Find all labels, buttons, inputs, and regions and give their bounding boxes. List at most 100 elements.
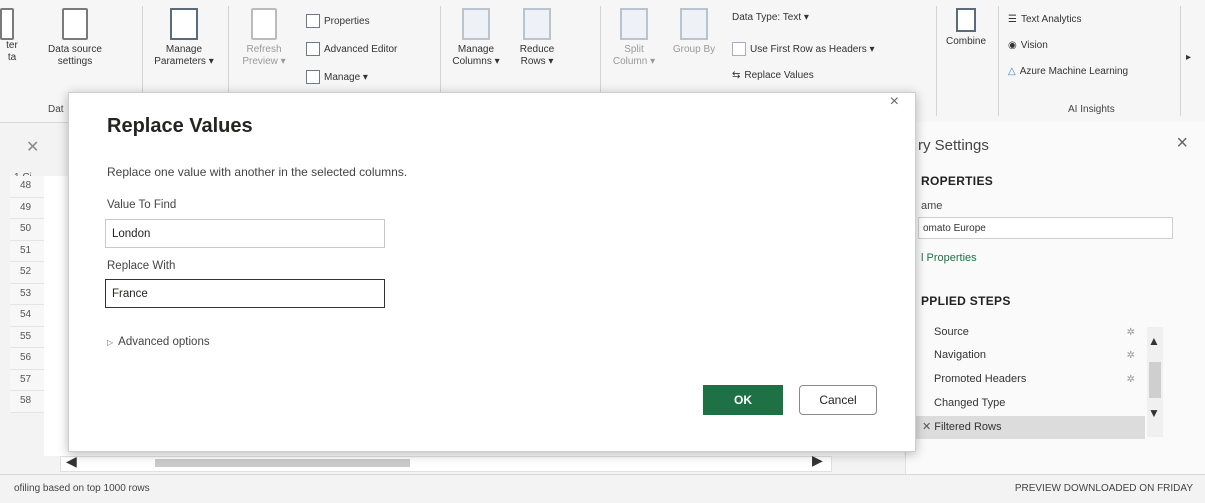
split-column-label: Split Column ▾: [612, 44, 656, 67]
properties-heading: ROPERTIES: [921, 174, 994, 188]
row-number: 52: [10, 262, 44, 284]
parameters-icon: [170, 8, 198, 40]
replace-with-label: Replace With: [107, 260, 176, 272]
replace-values-dialog: × Replace Values Replace one value with …: [68, 92, 916, 452]
use-first-row-button[interactable]: Use First Row as Headers ▾: [732, 42, 875, 56]
row-number: 54: [10, 305, 44, 327]
scroll-right-icon[interactable]: ▶: [812, 452, 823, 469]
applied-step[interactable]: Changed Type: [930, 392, 1145, 415]
row-number: 56: [10, 348, 44, 370]
manage-button[interactable]: Manage ▾: [306, 70, 368, 84]
replace-values-ribbon-label: Replace Values: [744, 70, 814, 81]
cancel-button[interactable]: Cancel: [799, 385, 877, 415]
properties-icon: [306, 14, 320, 28]
azure-ml-icon: △: [1008, 66, 1016, 77]
enter-data-label-2: ta: [7, 52, 17, 63]
step-label: Promoted Headers: [934, 373, 1027, 385]
query-settings-pane: ry Settings × ROPERTIES ame omato Europe…: [905, 122, 1205, 474]
dialog-title: Replace Values: [107, 115, 253, 137]
eye-icon: ◉: [1008, 40, 1017, 51]
advanced-options-label: Advanced options: [118, 336, 210, 348]
text-analytics-icon: ☰: [1008, 14, 1017, 25]
gear-icon[interactable]: ✲: [1127, 368, 1135, 391]
replace-with-input[interactable]: [105, 279, 385, 308]
query-name-input[interactable]: omato Europe: [918, 217, 1173, 239]
manage-columns-button[interactable]: Manage Columns ▾: [446, 8, 506, 68]
vision-label: Vision: [1020, 40, 1048, 51]
manage-icon: [306, 70, 320, 84]
azure-ml-button[interactable]: △ Azure Machine Learning: [1008, 66, 1128, 77]
delete-step-icon[interactable]: ✕: [922, 421, 931, 433]
split-column-icon: [620, 8, 648, 40]
manage-parameters-label: Manage Parameters ▾: [154, 44, 214, 67]
applied-step-selected[interactable]: ✕ Filtered Rows: [914, 416, 1145, 439]
ai-insights-group-label: AI Insights: [1068, 104, 1115, 115]
profiling-status[interactable]: ofiling based on top 1000 rows: [14, 483, 150, 494]
chevron-down-icon[interactable]: ▼: [1148, 406, 1160, 420]
use-first-row-label: Use First Row as Headers ▾: [750, 43, 875, 55]
close-icon[interactable]: ×: [1176, 132, 1188, 155]
group-by-label: Group By: [672, 44, 716, 55]
close-icon[interactable]: ×: [890, 93, 899, 111]
enter-data-label-1: ter: [6, 40, 18, 51]
refresh-preview-label: Refresh Preview ▾: [242, 44, 286, 67]
data-source-settings-label: Data source settings: [48, 44, 102, 67]
refresh-icon: [251, 8, 277, 40]
step-label: Changed Type: [934, 397, 1006, 409]
enter-data-button[interactable]: ter ta: [0, 8, 24, 64]
expand-triangle-icon: ▷: [107, 338, 114, 347]
manage-columns-icon: [462, 8, 490, 40]
text-analytics-button[interactable]: ☰ Text Analytics: [1008, 14, 1082, 25]
steps-scroll-thumb[interactable]: [1149, 362, 1161, 398]
all-properties-link[interactable]: l Properties: [921, 252, 977, 264]
split-column-button[interactable]: Split Column ▾: [612, 8, 656, 68]
advanced-editor-label: Advanced Editor: [324, 43, 398, 55]
status-bar: ofiling based on top 1000 rows PREVIEW D…: [0, 474, 1205, 503]
step-label: Source: [934, 326, 969, 338]
formula-cancel-icon[interactable]: ✕: [26, 137, 39, 157]
manage-label: Manage ▾: [324, 71, 368, 83]
applied-steps-heading: PPLIED STEPS: [921, 294, 1011, 308]
refresh-preview-button[interactable]: Refresh Preview ▾: [232, 8, 296, 68]
gear-icon[interactable]: ✲: [1127, 321, 1135, 344]
replace-values-ribbon-button[interactable]: ⇆ Replace Values: [732, 70, 814, 81]
gear-icon[interactable]: ✲: [1127, 344, 1135, 367]
combine-icon: [956, 8, 976, 32]
properties-button[interactable]: Properties: [306, 14, 370, 28]
horizontal-scrollbar[interactable]: [60, 456, 832, 472]
replace-values-icon: ⇆: [732, 70, 741, 81]
ribbon-scroll-right-icon[interactable]: ▸: [1186, 52, 1191, 63]
value-to-find-input[interactable]: [105, 219, 385, 248]
applied-step[interactable]: Promoted Headers ✲: [930, 368, 1145, 391]
data-type-dropdown[interactable]: Data Type: Text ▾: [732, 12, 809, 23]
data-source-settings-button[interactable]: Data source settings: [44, 8, 106, 68]
combine-button[interactable]: Combine: [940, 8, 992, 48]
scroll-left-icon[interactable]: ◀: [66, 453, 77, 470]
step-label: Navigation: [934, 349, 986, 361]
row-number: 57: [10, 369, 44, 391]
reduce-rows-label: Reduce Rows ▾: [519, 44, 555, 67]
manage-parameters-button[interactable]: Manage Parameters ▾: [148, 8, 220, 68]
data-type-label: Data Type: Text ▾: [732, 12, 809, 23]
ribbon-divider: [998, 6, 999, 116]
manage-columns-label: Manage Columns ▾: [452, 44, 500, 67]
advanced-options-toggle[interactable]: ▷ Advanced options: [107, 336, 210, 348]
applied-step[interactable]: Source ✲: [930, 321, 1145, 344]
row-number: 55: [10, 326, 44, 348]
row-number: 48: [10, 176, 44, 198]
applied-step[interactable]: Navigation ✲: [930, 344, 1145, 367]
table-icon: [0, 8, 14, 40]
chevron-up-icon[interactable]: ▲: [1148, 334, 1160, 348]
advanced-editor-button[interactable]: Advanced Editor: [306, 42, 397, 56]
vision-button[interactable]: ◉ Vision: [1008, 40, 1048, 51]
preview-status: PREVIEW DOWNLOADED ON FRIDAY: [1014, 483, 1193, 494]
group-by-icon: [680, 8, 708, 40]
headers-icon: [732, 42, 746, 56]
reduce-rows-button[interactable]: Reduce Rows ▾: [512, 8, 562, 68]
ok-button[interactable]: OK: [703, 385, 783, 415]
horizontal-scroll-thumb[interactable]: [155, 459, 410, 467]
ribbon-divider: [936, 6, 937, 116]
ribbon-divider: [1180, 6, 1181, 116]
row-number: 50: [10, 219, 44, 241]
group-by-button[interactable]: Group By: [672, 8, 716, 56]
